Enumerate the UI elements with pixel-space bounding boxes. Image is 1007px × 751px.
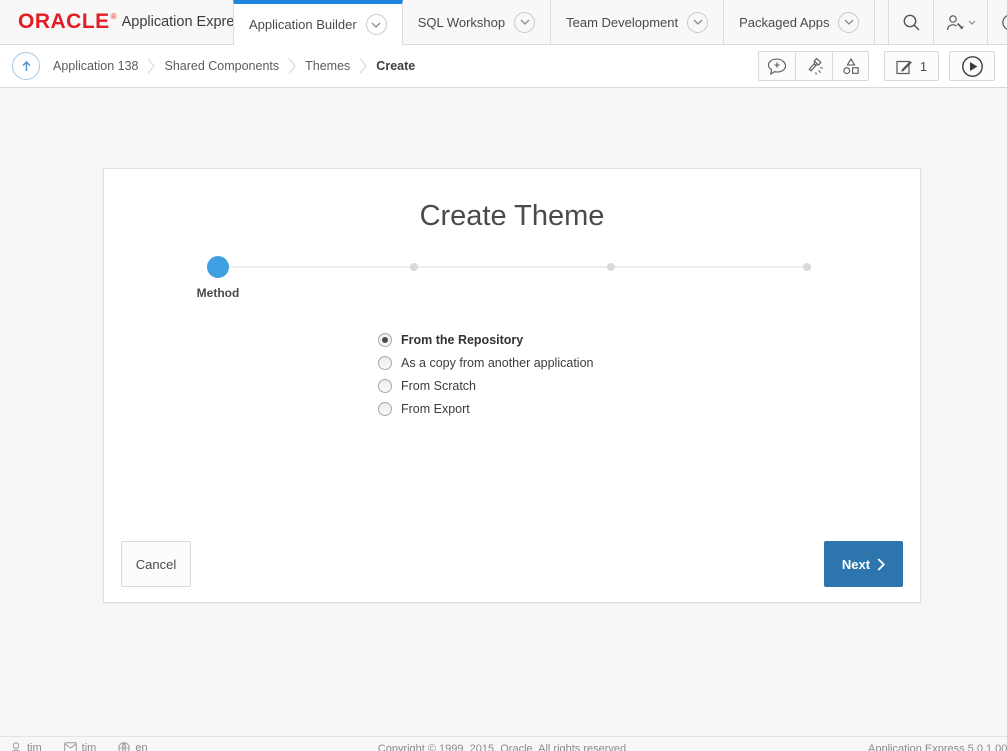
help-icon[interactable]: ? — [987, 0, 1007, 44]
step-label-method: Method — [178, 286, 258, 300]
radio-icon[interactable] — [378, 379, 392, 393]
edit-page-number: 1 — [920, 59, 927, 74]
footer-copyright: Copyright © 1999, 2015, Oracle. All righ… — [0, 743, 1007, 751]
radio-label: From Scratch — [401, 379, 476, 393]
radio-as-a-copy[interactable]: As a copy from another application — [378, 356, 593, 370]
radio-icon[interactable] — [378, 333, 392, 347]
up-level-icon[interactable] — [12, 52, 40, 80]
radio-label: From Export — [401, 402, 470, 416]
radio-from-scratch[interactable]: From Scratch — [378, 379, 593, 393]
toolbar-button-group — [758, 51, 869, 81]
tab-application-builder[interactable]: Application Builder — [233, 0, 403, 45]
brand: ORACLE ® Application Express — [0, 0, 233, 44]
create-theme-wizard-card: Create Theme Method From the Repository … — [103, 168, 921, 603]
radio-label: As a copy from another application — [401, 356, 593, 370]
chevron-down-icon[interactable] — [838, 12, 859, 33]
radio-label: From the Repository — [401, 333, 523, 347]
breadcrumb-item-themes[interactable]: Themes — [305, 59, 350, 73]
breadcrumb-item-application[interactable]: Application 138 — [53, 59, 138, 73]
search-icon[interactable] — [889, 0, 933, 44]
chevron-down-icon[interactable] — [687, 12, 708, 33]
breadcrumb-separator-icon — [147, 57, 155, 75]
tab-sql-workshop[interactable]: SQL Workshop — [403, 0, 551, 44]
tab-label: Application Builder — [249, 17, 357, 32]
chevron-down-icon[interactable] — [514, 12, 535, 33]
breadcrumb-separator-icon — [288, 57, 296, 75]
tab-label: Team Development — [566, 15, 678, 30]
cancel-button[interactable]: Cancel — [121, 541, 191, 587]
radio-from-the-repository[interactable]: From the Repository — [378, 333, 593, 347]
run-page-button[interactable] — [949, 51, 995, 81]
breadcrumb: Application 138 Shared Components Themes… — [12, 52, 415, 80]
method-radio-group: From the Repository As a copy from anoth… — [378, 333, 593, 416]
breadcrumb-item-create: Create — [376, 59, 415, 73]
edit-page-icon — [896, 58, 913, 75]
breadcrumb-bar: Application 138 Shared Components Themes… — [0, 45, 1007, 88]
step-dot-method — [207, 256, 229, 278]
breadcrumb-separator-icon — [359, 57, 367, 75]
wizard-progress-track — [218, 266, 808, 268]
edit-page-button[interactable]: 1 — [884, 51, 939, 81]
radio-from-export[interactable]: From Export — [378, 402, 593, 416]
admin-icon[interactable] — [933, 0, 987, 44]
tab-label: SQL Workshop — [418, 15, 505, 30]
radio-icon[interactable] — [378, 402, 392, 416]
page-title: Create Theme — [104, 200, 920, 233]
step-dot — [410, 263, 418, 271]
feedback-icon[interactable] — [758, 51, 795, 81]
footer: tim tim en Copyright © 1999, 2015, Oracl… — [0, 736, 1007, 751]
footer-version: Application Express 5.0.1.00.06 — [868, 743, 1007, 751]
registered-mark: ® — [111, 12, 117, 21]
tab-packaged-apps[interactable]: Packaged Apps — [724, 0, 875, 44]
run-page-icon — [961, 55, 984, 78]
spotlight-search-icon[interactable] — [795, 51, 832, 81]
step-dot — [803, 263, 811, 271]
chevron-right-icon — [877, 558, 885, 571]
oracle-logo: ORACLE — [18, 10, 110, 34]
chevron-down-icon — [968, 20, 976, 25]
product-name: Application Express — [122, 14, 249, 30]
shared-components-icon[interactable] — [832, 51, 869, 81]
step-dot — [607, 263, 615, 271]
next-button[interactable]: Next — [824, 541, 903, 587]
chevron-down-icon[interactable] — [366, 14, 387, 35]
radio-icon[interactable] — [378, 356, 392, 370]
tab-label: Packaged Apps — [739, 15, 829, 30]
nav-tabs: Application Builder SQL Workshop Team De… — [233, 0, 875, 44]
nav-divider — [875, 0, 889, 44]
page-toolbar: 1 — [758, 51, 995, 81]
breadcrumb-item-shared-components[interactable]: Shared Components — [164, 59, 279, 73]
next-button-label: Next — [842, 557, 870, 572]
top-nav: ORACLE ® Application Express Application… — [0, 0, 1007, 45]
nav-utility-icons: ? — [875, 0, 1007, 44]
tab-team-development[interactable]: Team Development — [551, 0, 724, 44]
